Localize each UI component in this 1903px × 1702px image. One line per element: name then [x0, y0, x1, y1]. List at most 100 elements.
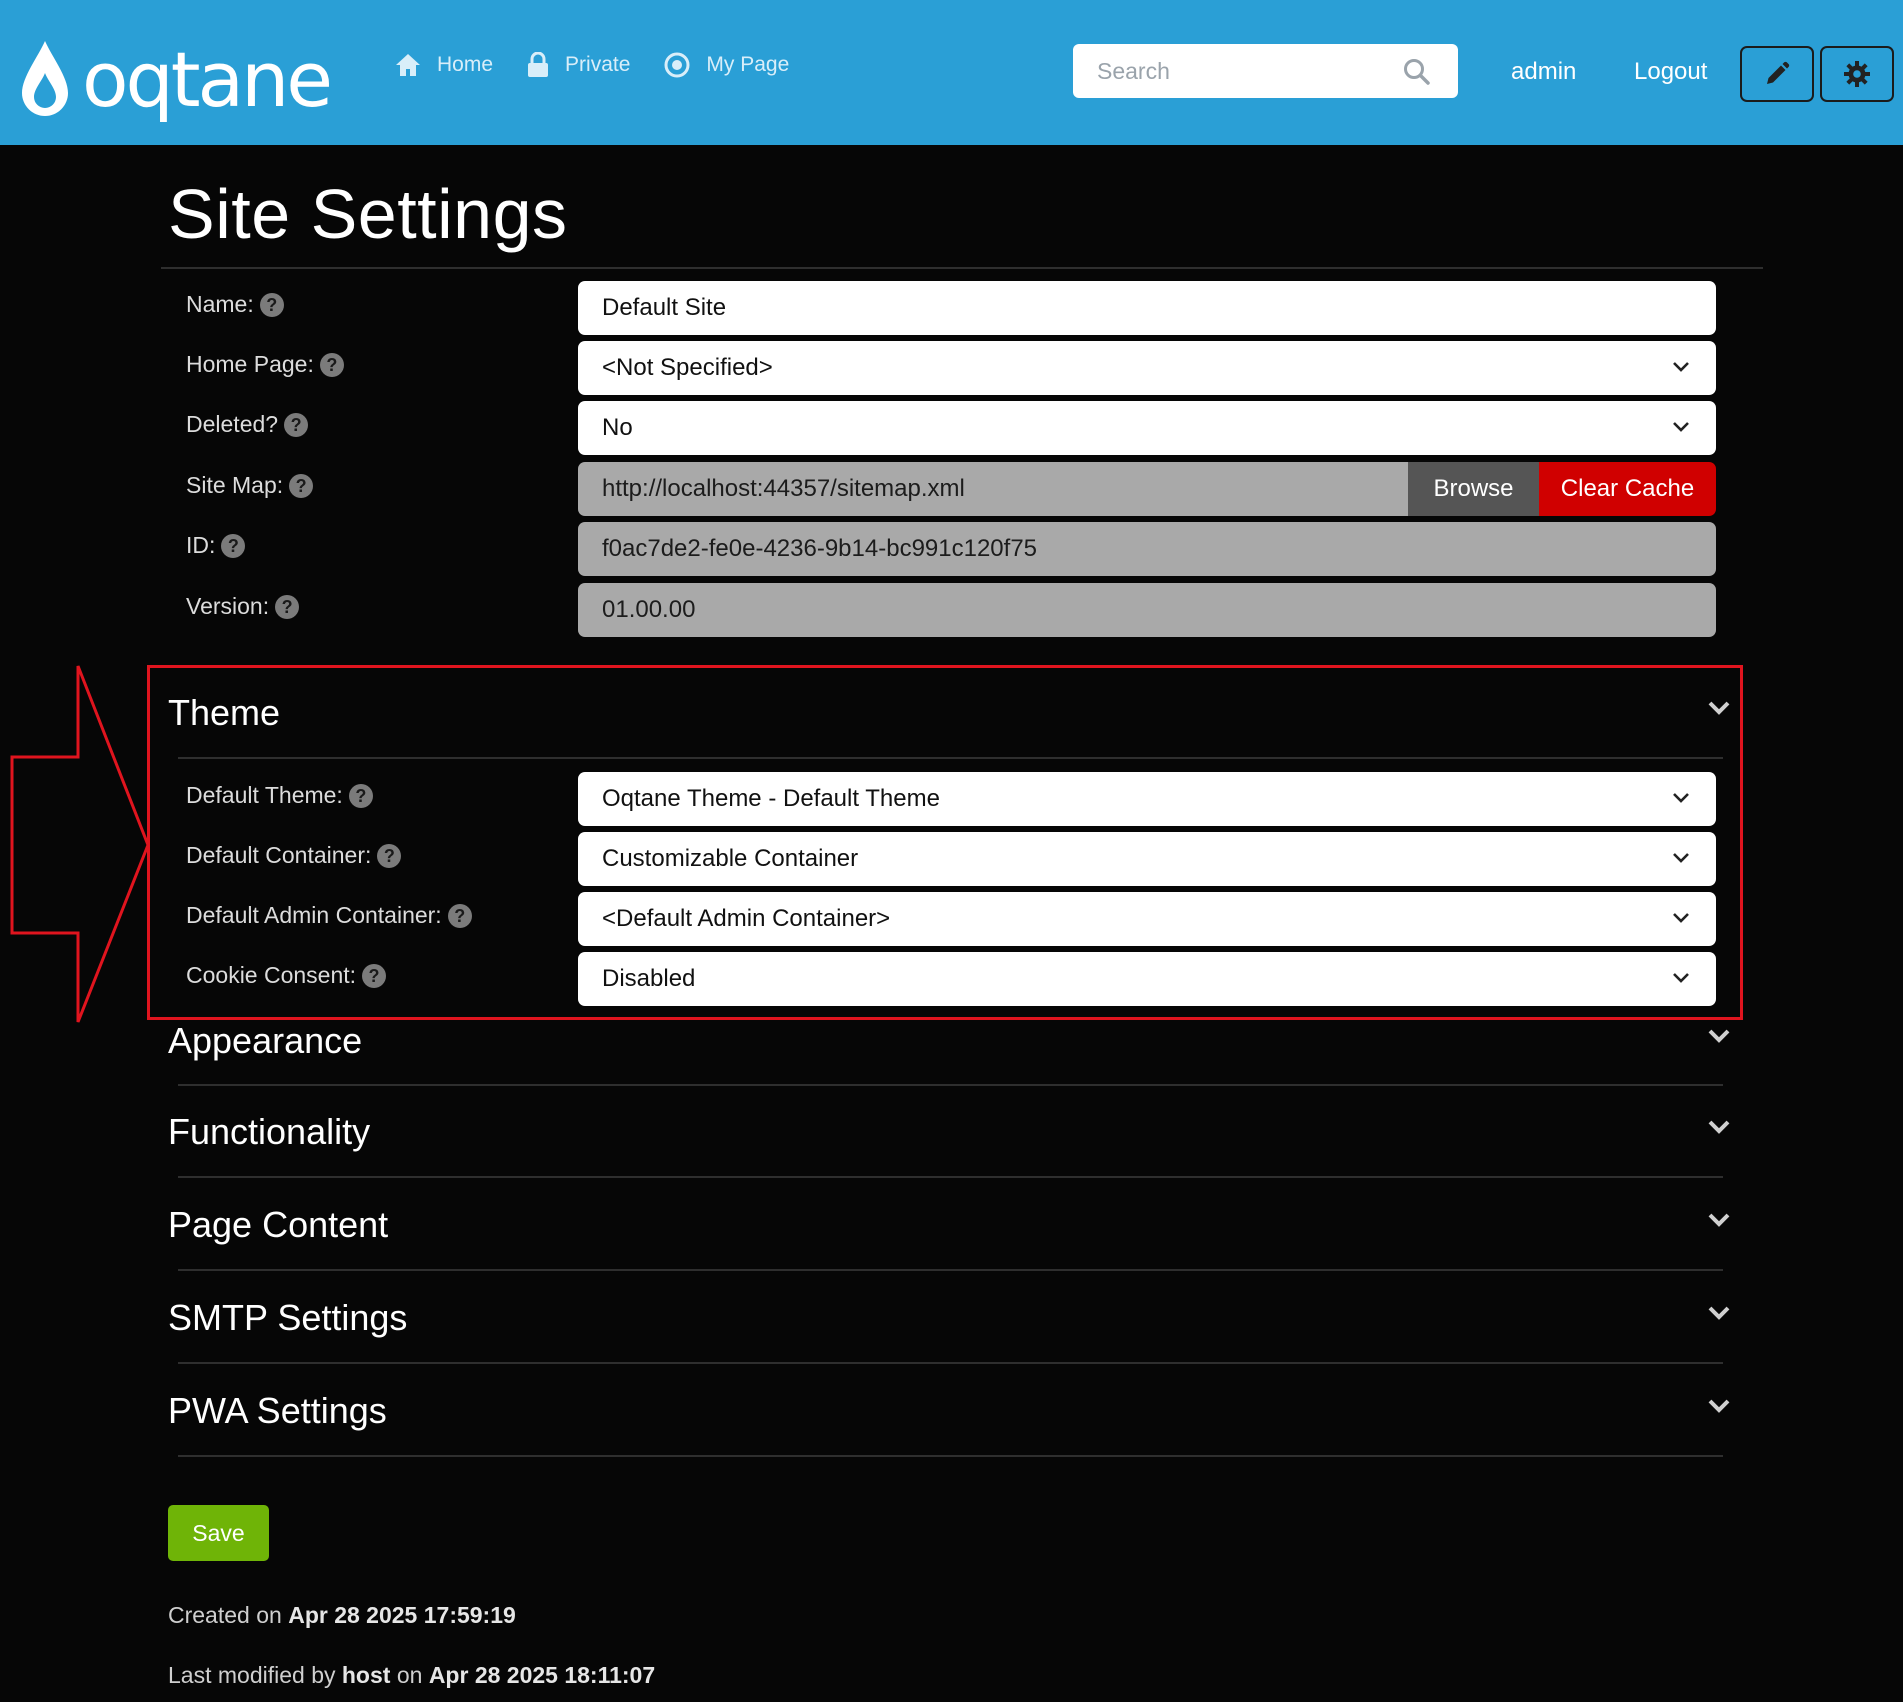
id-row: ID: ? f0ac7de2-fe0e-4236-9b14-bc991c120f… — [186, 522, 1716, 576]
nav-label-my-page: My Page — [706, 53, 790, 76]
help-icon[interactable]: ? — [377, 843, 402, 868]
home-icon — [396, 54, 420, 76]
section-divider — [178, 1362, 1723, 1364]
default-container-select[interactable]: Customizable Container — [578, 832, 1716, 886]
nav-label-home: Home — [437, 53, 494, 76]
nav-item-private[interactable]: Private — [527, 52, 630, 78]
name-input[interactable] — [602, 281, 1716, 335]
nav-item-my-page[interactable]: My Page — [664, 52, 789, 78]
functionality-section-header[interactable]: Functionality — [168, 1101, 1731, 1161]
search-input[interactable] — [1073, 44, 1403, 98]
help-icon[interactable]: ? — [289, 473, 314, 498]
logout-link[interactable]: Logout — [1634, 58, 1707, 86]
save-button[interactable]: Save — [168, 1505, 269, 1561]
chevron-down-icon — [1673, 913, 1689, 923]
help-icon[interactable]: ? — [221, 533, 246, 558]
theme-section-header[interactable]: Theme — [168, 682, 1731, 742]
version-value: 01.00.00 — [602, 596, 696, 623]
name-label: Name: — [186, 291, 254, 317]
cookie-consent-select[interactable]: Disabled — [578, 952, 1716, 1006]
created-date: Apr 28 2025 17:59:19 — [288, 1602, 516, 1628]
control-panel-button[interactable] — [1820, 46, 1894, 102]
modified-date: Apr 28 2025 18:11:07 — [428, 1662, 656, 1688]
id-field[interactable]: f0ac7de2-fe0e-4236-9b14-bc991c120f75 — [578, 522, 1716, 576]
default-theme-value: Oqtane Theme - Default Theme — [602, 785, 940, 812]
chevron-down-icon — [1708, 1399, 1730, 1413]
page-content-section-header[interactable]: Page Content — [168, 1194, 1731, 1254]
logo-text: oqtane — [82, 35, 333, 124]
appearance-section-header[interactable]: Appearance — [168, 1010, 1731, 1070]
help-icon[interactable]: ? — [447, 903, 472, 928]
site-map-row: Site Map: ? http://localhost:44357/sitem… — [186, 462, 1716, 516]
theme-divider — [178, 757, 1723, 759]
default-theme-select[interactable]: Oqtane Theme - Default Theme — [578, 772, 1716, 826]
modified-user: host — [341, 1662, 391, 1688]
browse-button[interactable]: Browse — [1408, 462, 1539, 516]
section-title: Page Content — [168, 1204, 389, 1245]
default-admin-container-select[interactable]: <Default Admin Container> — [578, 892, 1716, 946]
chevron-down-icon — [1708, 701, 1730, 715]
chevron-down-icon — [1708, 1120, 1730, 1134]
deleted-select[interactable]: No — [578, 401, 1716, 455]
edit-mode-button[interactable] — [1740, 46, 1814, 102]
default-container-row: Default Container: ? Customizable Contai… — [186, 832, 1716, 886]
name-label-group: Name: ? — [186, 291, 284, 318]
default-container-value: Customizable Container — [602, 845, 859, 872]
version-label: Version: — [186, 593, 270, 619]
name-field[interactable] — [578, 281, 1716, 335]
default-theme-row: Default Theme: ? Oqtane Theme - Default … — [186, 772, 1716, 826]
chevron-down-icon — [1673, 973, 1689, 983]
help-icon[interactable]: ? — [362, 963, 387, 988]
section-divider — [178, 1455, 1723, 1457]
deleted-row: Deleted? ? No — [186, 401, 1716, 455]
home-page-value: <Not Specified> — [602, 354, 773, 381]
chevron-down-icon — [1673, 793, 1689, 803]
help-icon[interactable]: ? — [259, 292, 284, 317]
top-navbar: oqtane Home Private My Page Search admin… — [0, 0, 1903, 145]
nav-label-private: Private — [565, 53, 631, 76]
search-icon[interactable] — [1403, 58, 1431, 86]
help-icon[interactable]: ? — [275, 594, 300, 619]
section-divider — [178, 1084, 1723, 1086]
section-title: Appearance — [168, 1020, 363, 1061]
help-icon[interactable]: ? — [319, 352, 344, 377]
home-page-label-group: Home Page: ? — [186, 351, 344, 378]
default-admin-container-row: Default Admin Container: ? <Default Admi… — [186, 892, 1716, 946]
drop-logo-icon — [22, 41, 68, 116]
cookie-consent-value: Disabled — [602, 965, 696, 992]
default-admin-container-label: Default Admin Container: — [186, 902, 442, 928]
version-field[interactable]: 01.00.00 — [578, 583, 1716, 637]
search-box — [1073, 44, 1458, 98]
oqtane-logo[interactable]: oqtane — [18, 35, 333, 124]
chevron-down-icon — [1708, 1306, 1730, 1320]
home-page-select[interactable]: <Not Specified> — [578, 341, 1716, 395]
site-map-value: http://localhost:44357/sitemap.xml — [602, 475, 965, 502]
help-icon[interactable]: ? — [348, 783, 373, 808]
modified-prefix: Last modified by — [168, 1662, 336, 1688]
pwa-settings-section-header[interactable]: PWA Settings — [168, 1380, 1731, 1440]
title-divider — [161, 267, 1763, 269]
default-container-label-group: Default Container: ? — [186, 842, 402, 869]
site-map-label-group: Site Map: ? — [186, 472, 314, 499]
created-prefix: Created on — [168, 1602, 282, 1628]
nav-item-home[interactable]: Home — [395, 53, 493, 77]
cookie-consent-row: Cookie Consent: ? Disabled — [186, 952, 1716, 1006]
section-title: Functionality — [168, 1111, 371, 1152]
site-map-field[interactable]: http://localhost:44357/sitemap.xml — [578, 462, 1408, 516]
deleted-value: No — [602, 414, 633, 441]
help-icon[interactable]: ? — [284, 412, 309, 437]
cookie-consent-label-group: Cookie Consent: ? — [186, 962, 387, 989]
gear-icon — [1844, 61, 1870, 87]
id-label-group: ID: ? — [186, 532, 246, 559]
main-nav: Home Private My Page — [395, 52, 823, 78]
clear-cache-button[interactable]: Clear Cache — [1539, 462, 1716, 516]
user-profile-link[interactable]: admin — [1511, 58, 1576, 86]
id-label: ID: — [186, 532, 216, 558]
deleted-label: Deleted? — [186, 411, 279, 437]
chevron-down-icon — [1673, 422, 1689, 432]
section-divider — [178, 1269, 1723, 1271]
cookie-consent-label: Cookie Consent: — [186, 962, 357, 988]
default-admin-container-label-group: Default Admin Container: ? — [186, 902, 472, 929]
smtp-settings-section-header[interactable]: SMTP Settings — [168, 1287, 1731, 1347]
lock-icon — [528, 52, 549, 77]
